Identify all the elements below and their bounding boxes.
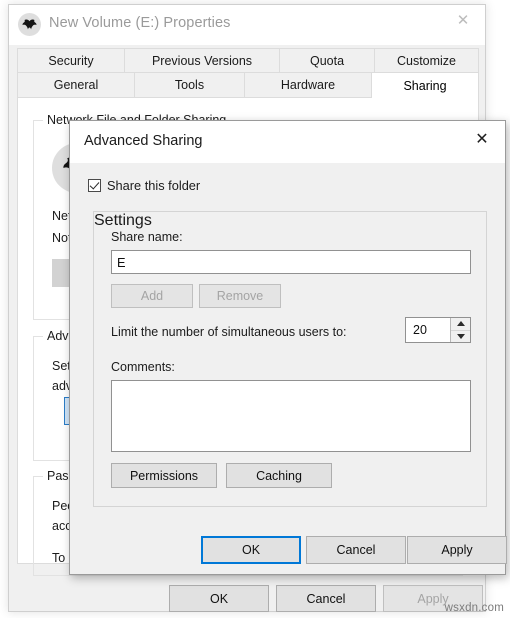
stepper-down-icon[interactable] (451, 331, 470, 343)
screen: New Volume (E:) Properties ✕ Security Pr… (0, 0, 510, 618)
simultaneous-users-label: Limit the number of simultaneous users t… (111, 325, 347, 339)
comments-label: Comments: (111, 360, 175, 374)
tab-row-bottom: General Tools Hardware Sharing (17, 73, 479, 98)
share-this-folder-label: Share this folder (107, 178, 201, 193)
button-label: Cancel (306, 591, 346, 606)
tab-sharing[interactable]: Sharing (372, 73, 479, 98)
tab-label: Customize (396, 53, 457, 68)
button-label: Add (140, 289, 164, 303)
caching-button[interactable]: Caching (226, 463, 332, 488)
tab-customize[interactable]: Customize (375, 48, 479, 73)
share-name-label: Share name: (111, 230, 183, 244)
properties-titlebar: New Volume (E:) Properties ✕ (9, 5, 485, 45)
close-icon[interactable]: ✕ (461, 123, 503, 157)
tab-tools[interactable]: Tools (135, 73, 245, 98)
button-label: Caching (256, 468, 302, 483)
remove-button: Remove (199, 284, 281, 308)
simultaneous-users-value[interactable]: 20 (406, 318, 450, 342)
add-button: Add (111, 284, 193, 308)
dialog-apply-button[interactable]: Apply (407, 536, 507, 564)
tab-label: Previous Versions (151, 53, 253, 68)
button-label: Apply (441, 543, 473, 557)
share-name-input[interactable]: E (111, 250, 471, 274)
properties-cancel-button[interactable]: Cancel (276, 585, 376, 612)
properties-window-title: New Volume (E:) Properties (49, 15, 231, 31)
settings-group: Settings Share name: E Add Remove Limit … (93, 211, 487, 507)
tab-label: Hardware (280, 78, 336, 92)
permissions-button[interactable]: Permissions (111, 463, 217, 488)
dialog-title: Advanced Sharing (84, 133, 203, 149)
share-this-folder-checkbox[interactable] (88, 179, 101, 192)
drive-icon (18, 13, 41, 36)
simultaneous-users-stepper[interactable]: 20 (405, 317, 471, 343)
button-label: OK (241, 543, 261, 557)
tab-quota[interactable]: Quota (280, 48, 375, 73)
tab-row-top: Security Previous Versions Quota Customi… (17, 48, 479, 73)
advanced-sharing-dialog: Advanced Sharing ✕ Share this folder Set… (69, 120, 507, 575)
properties-ok-button[interactable]: OK (169, 585, 269, 612)
button-label: OK (209, 591, 229, 606)
tab-label: Quota (309, 53, 345, 68)
dialog-titlebar: Advanced Sharing ✕ (70, 121, 505, 163)
stepper-buttons (450, 318, 470, 342)
button-label: Remove (216, 289, 264, 303)
tab-label: Sharing (403, 78, 447, 93)
tab-general[interactable]: General (17, 73, 135, 98)
dialog-cancel-button[interactable]: Cancel (306, 536, 406, 564)
tab-hardware[interactable]: Hardware (245, 73, 372, 98)
dialog-button-bar: OK Cancel Apply (70, 525, 507, 569)
tab-label: Tools (174, 78, 205, 92)
comments-input[interactable] (111, 380, 471, 452)
dialog-ok-button[interactable]: OK (201, 536, 301, 564)
properties-tab-strip: Security Previous Versions Quota Customi… (17, 48, 479, 98)
tab-label: Security (48, 53, 94, 68)
close-icon[interactable]: ✕ (441, 5, 485, 35)
button-label: Permissions (129, 468, 199, 483)
settings-group-title: Settings (94, 212, 486, 230)
tab-previous-versions[interactable]: Previous Versions (125, 48, 280, 73)
share-this-folder-checkbox-row[interactable]: Share this folder (88, 178, 200, 193)
button-label: Cancel (336, 543, 376, 557)
watermark: wsxdn.com (444, 602, 504, 614)
share-name-value: E (117, 254, 126, 270)
tab-security[interactable]: Security (17, 48, 125, 73)
properties-button-bar: OK Cancel Apply (9, 575, 485, 613)
tab-label: General (53, 78, 99, 92)
stepper-up-icon[interactable] (451, 318, 470, 331)
